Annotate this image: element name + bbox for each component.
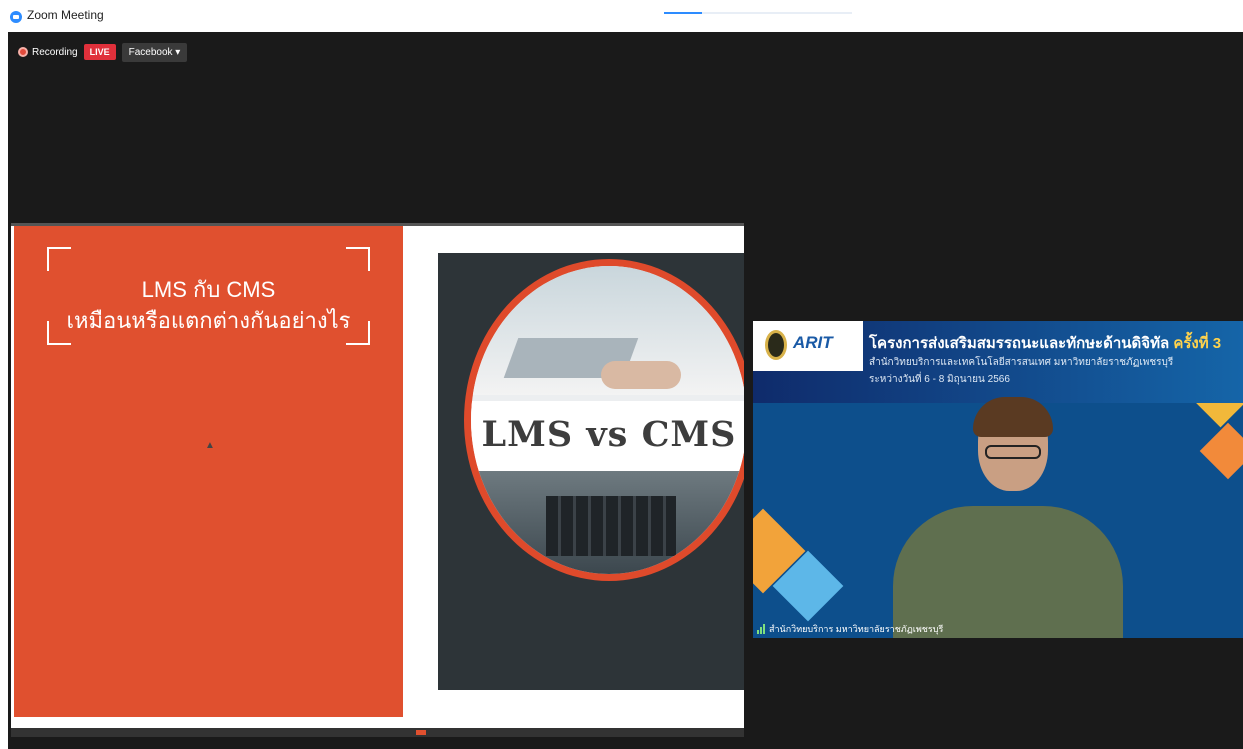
- slide-title-line1: LMS กับ CMS: [141, 277, 276, 302]
- slide-title-line2: เหมือนหรือแตกต่างกันอย่างไร: [66, 308, 351, 333]
- banner-subtitle: สำนักวิทยบริการและเทคโนโลยีสารสนเทศ มหาว…: [869, 357, 1174, 368]
- presenter: [893, 397, 1123, 638]
- window-indicator: [664, 12, 852, 14]
- presenter-hair: [973, 397, 1053, 437]
- slide-circle-image: LMS vs CMS: [464, 259, 744, 581]
- recording-label: Recording: [32, 46, 78, 58]
- video-banner: ARIT โครงการส่งเสริมสมรรถนะและทักษะด้านด…: [753, 321, 1243, 403]
- banner-date: ระหว่างวันที่ 6 - 8 มิถุนายน 2566: [869, 374, 1010, 385]
- banner-title: โครงการส่งเสริมสมรรถนะและทักษะด้านดิจิทั…: [869, 331, 1221, 355]
- window-title: Zoom Meeting: [27, 8, 104, 22]
- slide-left-panel: LMS กับ CMS เหมือนหรือแตกต่างกันอย่างไร …: [14, 226, 403, 717]
- recording-indicator[interactable]: Recording: [18, 47, 78, 58]
- presenter-glasses: [985, 445, 1041, 459]
- title-bar: Zoom Meeting: [0, 0, 1243, 32]
- participant-caption: สำนักวิทยบริการ มหาวิทยาลัยราชภัฏเพชรบุร…: [757, 622, 943, 636]
- participant-video[interactable]: ARIT โครงการส่งเสริมสมรรถนะและทักษะด้านด…: [753, 321, 1243, 638]
- slide-title: LMS กับ CMS เหมือนหรือแตกต่างกันอย่างไร: [14, 274, 403, 336]
- slide-image-text: LMS vs CMS: [481, 414, 737, 455]
- recording-toolbar: Recording LIVE Facebook ▾: [18, 42, 188, 62]
- frame-corner: [346, 247, 370, 271]
- hand-graphic: [601, 361, 681, 389]
- record-icon: [18, 47, 28, 57]
- slide-right-panel: LMS vs CMS: [438, 253, 744, 690]
- keyboard-graphic: [546, 496, 676, 556]
- university-seal-icon: [765, 330, 787, 360]
- signal-bars-icon: [757, 624, 765, 634]
- slide-progress-bar: [11, 728, 744, 737]
- participant-name: สำนักวิทยบริการ มหาวิทยาลัยราชภัฏเพชรบุร…: [769, 624, 944, 634]
- shared-screen: LMS กับ CMS เหมือนหรือแตกต่างกันอย่างไร …: [11, 223, 744, 737]
- presenter-body: [893, 506, 1123, 638]
- decor-shape: [1199, 422, 1243, 480]
- live-badge[interactable]: LIVE: [83, 44, 116, 60]
- banner-title-text: โครงการส่งเสริมสมรรถนะและทักษะด้านดิจิทั…: [869, 335, 1170, 352]
- frame-corner: [47, 247, 71, 271]
- slide-progress-fill: [416, 730, 426, 735]
- meeting-area: Recording LIVE Facebook ▾ LMS กับ CMS เห…: [8, 32, 1243, 749]
- stream-target-dropdown[interactable]: Facebook ▾: [121, 42, 188, 62]
- arit-logo: ARIT: [793, 333, 833, 352]
- mouse-cursor-icon: ▲: [205, 440, 215, 451]
- banner-title-suffix: ครั้งที่ 3: [1173, 335, 1222, 352]
- zoom-logo-icon: [10, 11, 22, 23]
- logo-area: ARIT: [753, 321, 863, 371]
